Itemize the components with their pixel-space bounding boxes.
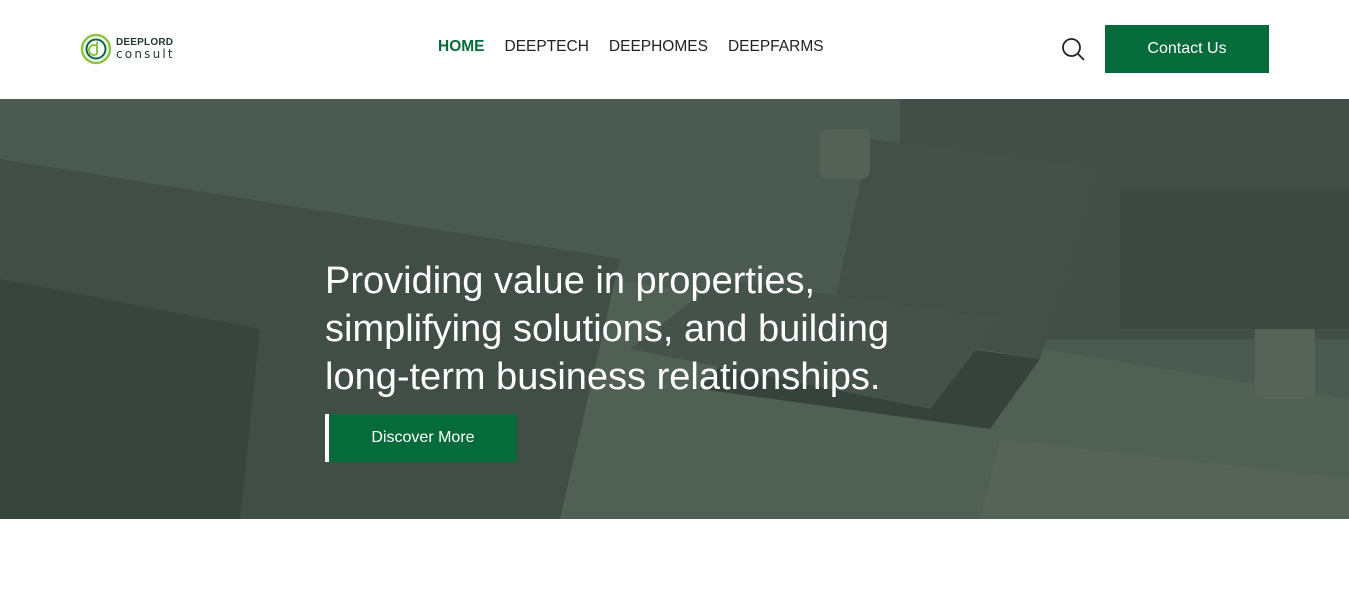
search-button[interactable] xyxy=(1061,37,1085,61)
logo-subtitle: consult xyxy=(116,47,175,61)
nav-item-home[interactable]: HOME xyxy=(438,38,485,56)
hero-headline: Providing value in properties, simplifyi… xyxy=(325,257,985,401)
main-nav: HOME DEEPTECH DEEPHOMES DEEPFARMS xyxy=(438,38,824,56)
discover-more-button[interactable]: Discover More xyxy=(325,414,517,462)
deeplord-logo-icon xyxy=(80,33,112,65)
nav-item-deepfarms[interactable]: DEEPFARMS xyxy=(728,38,824,56)
nav-item-deeptech[interactable]: DEEPTECH xyxy=(505,38,589,56)
hero-banner: Providing value in properties, simplifyi… xyxy=(0,99,1349,519)
headline-line: simplifying solutions, and building xyxy=(325,308,889,350)
search-icon xyxy=(1062,38,1085,61)
site-header: DEEPLORD consult HOME DEEPTECH DEEPHOMES… xyxy=(0,0,1349,99)
nav-item-deephomes[interactable]: DEEPHOMES xyxy=(609,38,708,56)
brand-logo[interactable]: DEEPLORD consult xyxy=(80,32,175,66)
headline-line: long-term business relationships. xyxy=(325,356,881,398)
headline-line: Providing value in properties, xyxy=(325,260,816,302)
contact-us-button[interactable]: Contact Us xyxy=(1105,25,1269,73)
